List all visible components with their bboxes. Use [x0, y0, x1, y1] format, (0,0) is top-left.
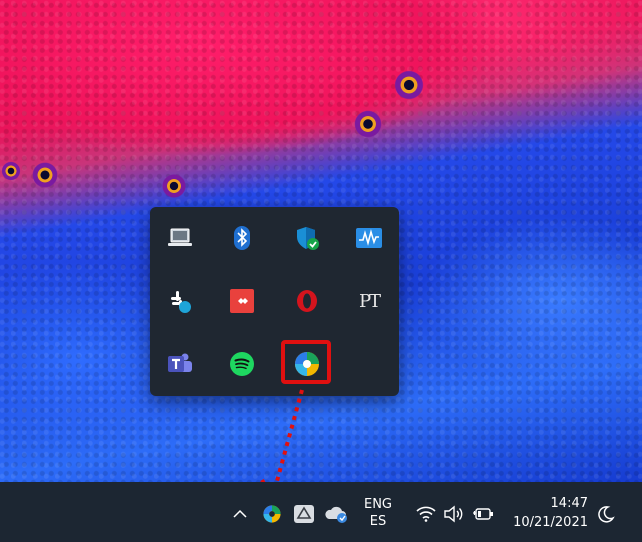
highlight-box	[281, 340, 331, 384]
onedrive-icon[interactable]	[322, 502, 350, 526]
wallpaper-swirl	[392, 68, 426, 102]
wallpaper-swirl	[30, 160, 60, 190]
spotify-icon[interactable]	[225, 347, 259, 381]
wallpaper-swirl	[160, 172, 188, 200]
volume-icon[interactable]	[442, 502, 466, 526]
taskbar: ENG ES 14:47 10/21/2021	[0, 482, 642, 542]
wifi-icon[interactable]	[414, 502, 438, 526]
edge-canary-icon[interactable]	[260, 502, 284, 526]
clock-time: 14:47	[550, 496, 588, 511]
moon-icon[interactable]	[594, 502, 618, 526]
teams-icon[interactable]	[163, 347, 197, 381]
slack-icon[interactable]	[163, 284, 197, 318]
windows-security-icon[interactable]	[290, 221, 324, 255]
keyboard-layout-code: ES	[369, 514, 387, 529]
pt-icon[interactable]: PT	[352, 284, 386, 318]
audio-meter-icon[interactable]	[352, 221, 386, 255]
system-clock[interactable]: 14:47 10/21/2021	[508, 493, 588, 533]
laptop-icon[interactable]	[163, 221, 197, 255]
language-code: ENG	[363, 497, 392, 512]
anydesk-icon[interactable]	[225, 284, 259, 318]
bluetooth-icon[interactable]	[225, 221, 259, 255]
wallpaper-swirl	[0, 160, 22, 182]
input-language-indicator[interactable]: ENG ES	[358, 495, 398, 531]
google-drive-icon[interactable]	[292, 502, 316, 526]
clock-date: 10/21/2021	[513, 515, 588, 530]
chevron-up-icon[interactable]	[228, 504, 252, 524]
opera-icon[interactable]	[290, 284, 324, 318]
tray-overflow-flyout: PT	[150, 207, 399, 396]
battery-icon[interactable]	[470, 502, 498, 526]
wallpaper-swirl	[352, 108, 384, 140]
